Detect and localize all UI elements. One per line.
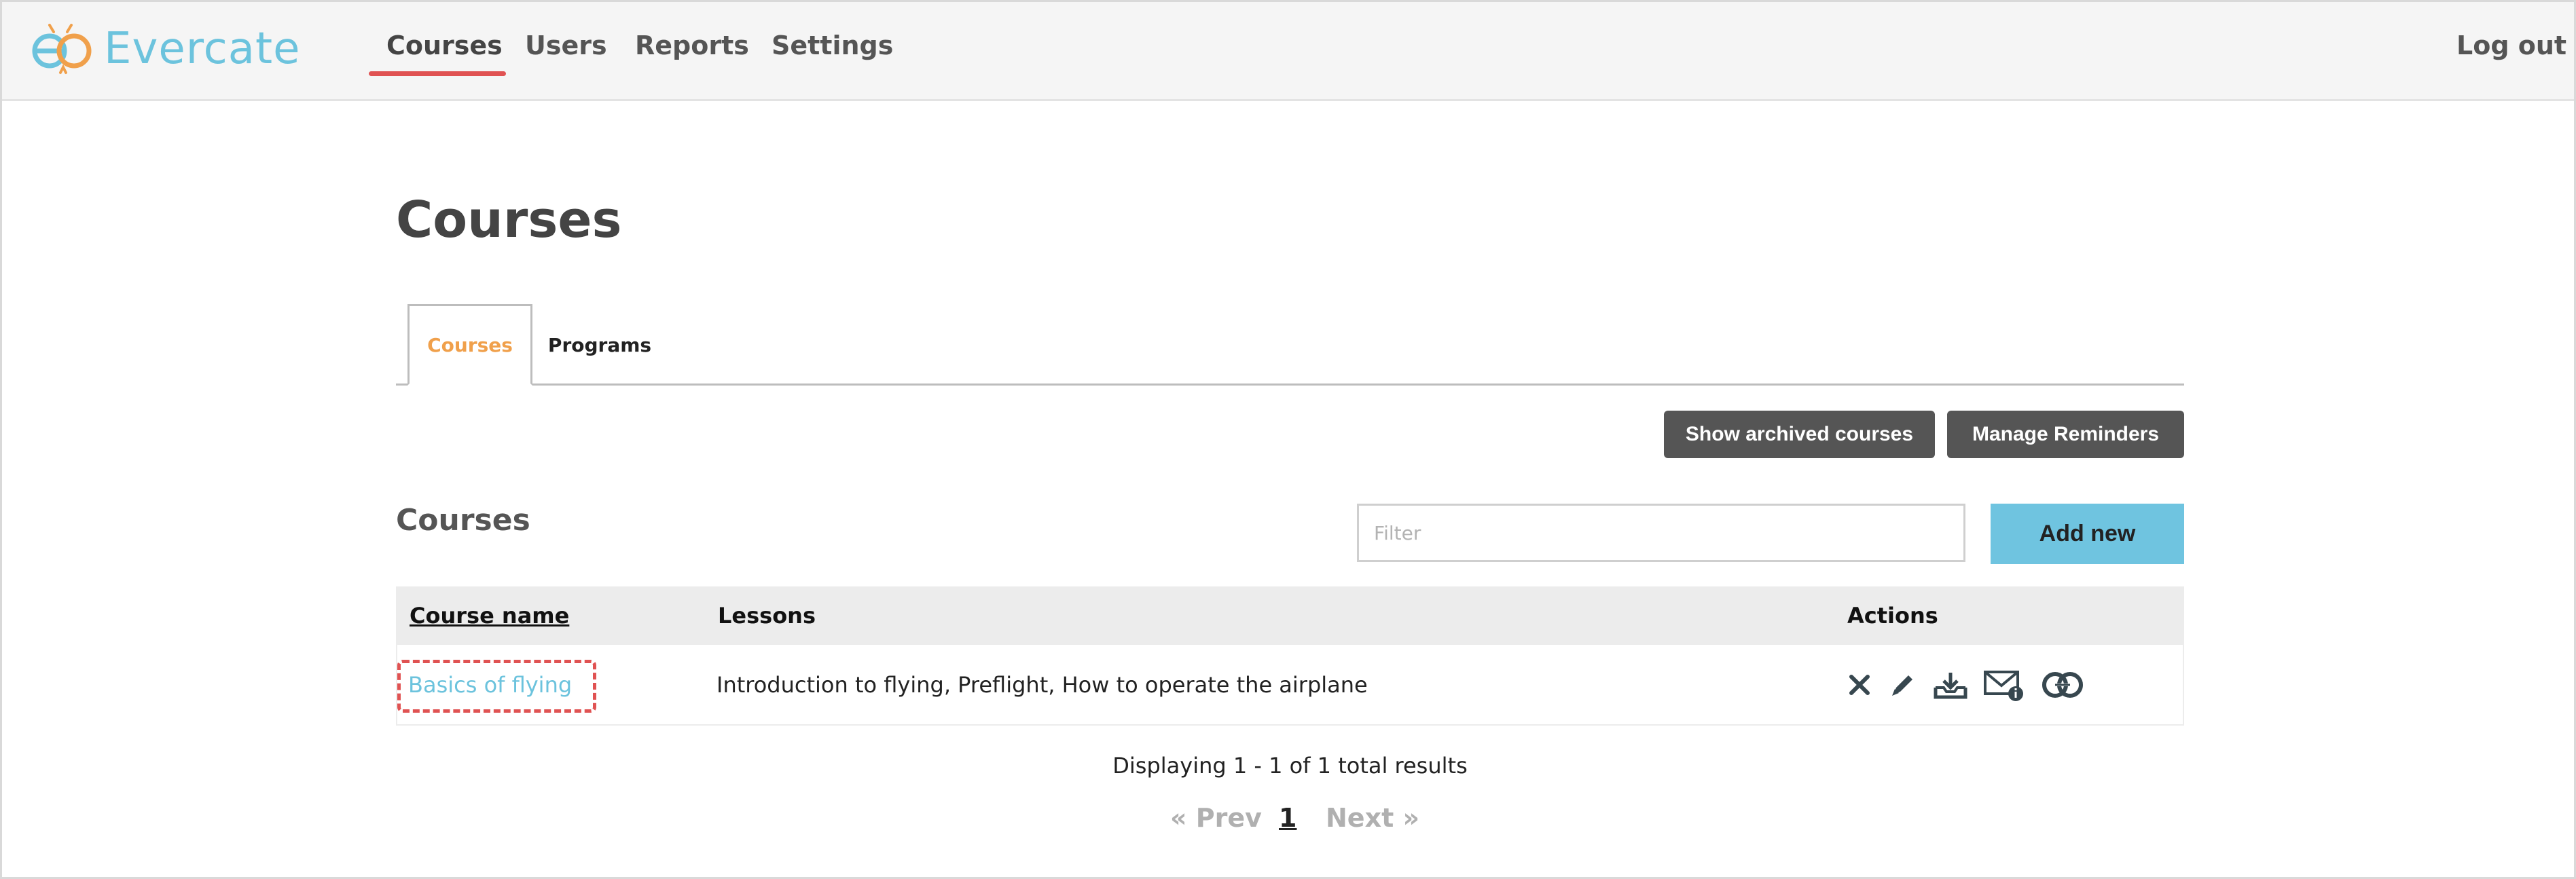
column-header-course-name[interactable]: Course name xyxy=(410,603,569,629)
tab-courses[interactable]: Courses xyxy=(407,304,532,386)
manage-reminders-button[interactable]: Manage Reminders xyxy=(1947,411,2184,458)
evercate-logo-icon xyxy=(32,24,92,74)
lessons-cell: Introduction to flying, Preflight, How t… xyxy=(716,672,1368,698)
nav-reports[interactable]: Reports xyxy=(635,31,749,60)
top-navbar: Evercate Courses Users Reports Settings … xyxy=(2,2,2574,101)
close-icon[interactable] xyxy=(1846,670,1873,700)
brand-logo[interactable]: Evercate xyxy=(29,20,300,78)
tab-programs[interactable]: Programs xyxy=(539,304,661,386)
tab-courses-label: Courses xyxy=(427,333,513,356)
nav-users[interactable]: Users xyxy=(525,31,607,60)
download-tray-icon[interactable] xyxy=(1933,670,1968,700)
page-title: Courses xyxy=(396,191,622,249)
column-header-lessons: Lessons xyxy=(718,603,816,629)
add-new-button[interactable]: Add new xyxy=(1991,504,2184,564)
nav-settings[interactable]: Settings xyxy=(772,31,893,60)
show-archived-courses-button[interactable]: Show archived courses xyxy=(1664,411,1935,458)
logout-link[interactable]: Log out xyxy=(2456,31,2566,60)
course-name-link[interactable]: Basics of flying xyxy=(408,672,572,698)
column-header-actions: Actions xyxy=(1847,603,1938,629)
pagination-prev[interactable]: « Prev xyxy=(1170,803,1262,833)
table-row: Basics of flying Introduction to flying,… xyxy=(396,645,2184,726)
nav-active-indicator xyxy=(369,71,506,76)
tabs-divider xyxy=(396,384,2184,386)
filter-input[interactable] xyxy=(1357,504,1965,562)
nav-courses[interactable]: Courses xyxy=(386,31,503,60)
table-header: Course name Lessons Actions xyxy=(396,586,2184,645)
mail-info-icon[interactable] xyxy=(1983,668,2025,702)
results-summary: Displaying 1 - 1 of 1 total results xyxy=(1112,753,1468,779)
pencil-icon[interactable] xyxy=(1888,670,1918,700)
browser-viewport: Evercate Courses Users Reports Settings … xyxy=(0,0,2576,879)
tab-programs-label: Programs xyxy=(547,333,652,356)
row-actions xyxy=(1846,668,2085,702)
pagination-page-1[interactable]: 1 xyxy=(1279,803,1296,833)
courses-section-title: Courses xyxy=(396,503,530,538)
pagination-next[interactable]: Next » xyxy=(1326,803,1419,833)
link-icon[interactable] xyxy=(2040,670,2085,700)
brand-name: Evercate xyxy=(104,24,301,74)
